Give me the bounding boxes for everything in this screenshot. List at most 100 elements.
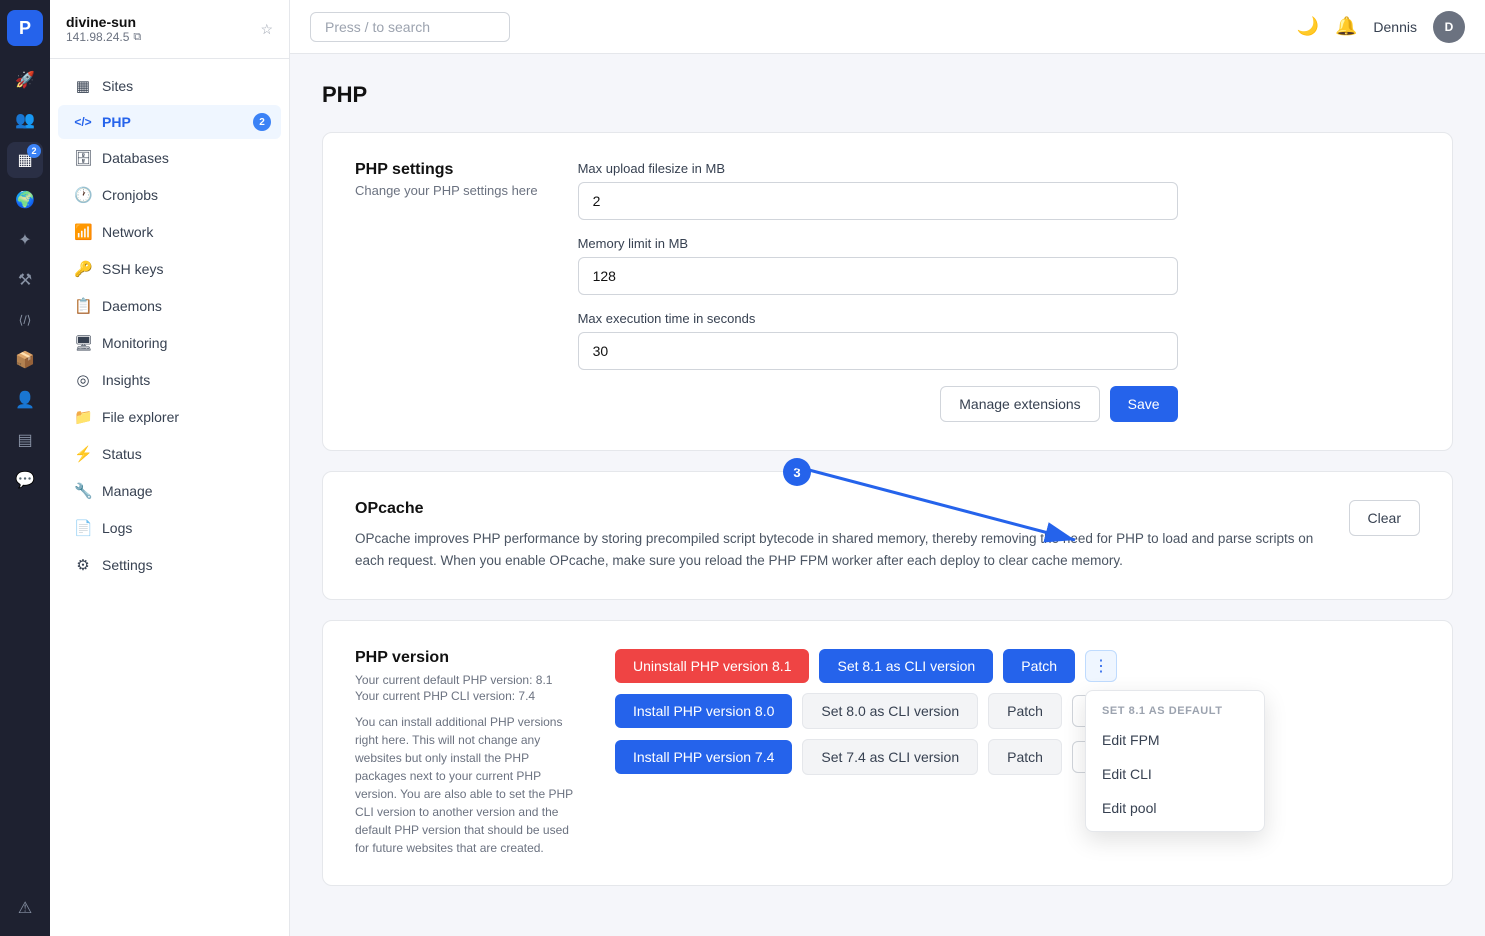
patch-74-button[interactable]: Patch xyxy=(988,739,1062,775)
php-badge: 2 xyxy=(253,113,271,131)
php-current-cli: Your current PHP CLI version: 7.4 xyxy=(355,689,575,703)
opcache-title: OPcache xyxy=(355,500,1325,518)
sidebar-item-label-manage: Manage xyxy=(102,483,153,499)
dropdown-label: Set 8.1 as default xyxy=(1086,697,1264,723)
settings-icon: ⚙ xyxy=(74,556,92,574)
rail-server[interactable]: ▦ 2 xyxy=(7,142,43,178)
max-upload-group: Max upload filesize in MB xyxy=(578,161,1178,220)
sidebar-nav: ▦ Sites </> PHP 2 🗄 Databases 🕐 Cronjobs… xyxy=(50,59,289,592)
sidebar-item-label-insights: Insights xyxy=(102,372,150,388)
sidebar-item-network[interactable]: 📶 Network xyxy=(58,214,281,250)
rail-puzzle[interactable]: ✦ xyxy=(7,222,43,258)
network-icon: 📶 xyxy=(74,223,92,241)
rail-rocket[interactable]: 🚀 xyxy=(7,62,43,98)
sidebar-item-insights[interactable]: ◎ Insights xyxy=(58,362,281,398)
sidebar-item-label-cronjobs: Cronjobs xyxy=(102,187,158,203)
insights-icon: ◎ xyxy=(74,371,92,389)
rail-warning[interactable]: ⚠ xyxy=(7,890,43,926)
sidebar-item-label-databases: Databases xyxy=(102,150,169,166)
manage-icon: 🔧 xyxy=(74,482,92,500)
logs-icon: 📄 xyxy=(74,519,92,537)
set-cli-80-button[interactable]: Set 8.0 as CLI version xyxy=(802,693,978,729)
sidebar-item-sites[interactable]: ▦ Sites xyxy=(58,68,281,104)
sidebar-item-label-logs: Logs xyxy=(102,520,132,536)
databases-icon: 🗄 xyxy=(74,149,92,167)
opcache-description: OPcache improves PHP performance by stor… xyxy=(355,528,1325,571)
monitoring-icon: 🖥 xyxy=(74,334,92,352)
topbar-right: 🌙 🔔 Dennis D xyxy=(1297,11,1465,43)
max-upload-input[interactable] xyxy=(578,182,1178,220)
sidebar-item-logs[interactable]: 📄 Logs xyxy=(58,510,281,546)
set-cli-81-button[interactable]: Set 8.1 as CLI version xyxy=(819,649,993,683)
rail-person[interactable]: 👤 xyxy=(7,382,43,418)
php-settings-card: PHP settings Change your PHP settings he… xyxy=(322,132,1453,451)
rail-code[interactable]: ⟨/⟩ xyxy=(7,302,43,338)
sidebar-item-ssh-keys[interactable]: 🔑 SSH keys xyxy=(58,251,281,287)
rail-billing[interactable]: ▤ xyxy=(7,422,43,458)
rail-logo[interactable]: P xyxy=(7,10,43,46)
php-version-left: PHP version Your current default PHP ver… xyxy=(355,649,575,857)
icon-rail: P 🚀 👥 ▦ 2 🌍 ✦ ⚒ ⟨/⟩ 📦 👤 ▤ 💬 ⚠ xyxy=(0,0,50,936)
max-execution-label: Max execution time in seconds xyxy=(578,311,1178,326)
rail-package[interactable]: 📦 xyxy=(7,342,43,378)
sidebar-item-php[interactable]: </> PHP 2 xyxy=(58,105,281,139)
rail-server-badge: 2 xyxy=(27,144,41,158)
manage-extensions-button[interactable]: Manage extensions xyxy=(940,386,1099,422)
php-current-default: Your current default PHP version: 8.1 xyxy=(355,673,575,687)
sidebar-item-settings[interactable]: ⚙ Settings xyxy=(58,547,281,583)
opcache-left: OPcache OPcache improves PHP performance… xyxy=(355,500,1325,571)
more-81-button[interactable]: ⋮ xyxy=(1085,650,1117,682)
php-settings-footer: Manage extensions Save xyxy=(578,386,1178,422)
sites-icon: ▦ xyxy=(74,77,92,95)
opcache-clear-button[interactable]: Clear xyxy=(1349,500,1420,536)
sidebar-item-label-network: Network xyxy=(102,224,153,240)
notifications-icon[interactable]: 🔔 xyxy=(1335,16,1357,37)
sidebar-item-monitoring[interactable]: 🖥 Monitoring xyxy=(58,325,281,361)
search-box[interactable]: Press / to search xyxy=(310,12,510,42)
copy-icon[interactable]: ⧉ xyxy=(133,31,141,44)
dark-mode-icon[interactable]: 🌙 xyxy=(1297,16,1319,37)
sidebar-item-label-file-explorer: File explorer xyxy=(102,409,179,425)
rail-tools[interactable]: ⚒ xyxy=(7,262,43,298)
install-80-button[interactable]: Install PHP version 8.0 xyxy=(615,694,792,728)
rail-chat[interactable]: 💬 xyxy=(7,462,43,498)
sidebar-item-daemons[interactable]: 📋 Daemons xyxy=(58,288,281,324)
sidebar-item-status[interactable]: ⚡ Status xyxy=(58,436,281,472)
username-label: Dennis xyxy=(1373,19,1417,35)
rail-users[interactable]: 👥 xyxy=(7,102,43,138)
memory-limit-group: Memory limit in MB xyxy=(578,236,1178,295)
uninstall-81-button[interactable]: Uninstall PHP version 8.1 xyxy=(615,649,809,683)
dropdown-item-edit-fpm[interactable]: Edit FPM xyxy=(1086,723,1264,757)
max-execution-input[interactable] xyxy=(578,332,1178,370)
content-area: PHP PHP settings Change your PHP setting… xyxy=(290,54,1485,936)
rail-globe[interactable]: 🌍 xyxy=(7,182,43,218)
dropdown-menu: Set 8.1 as default Edit FPM Edit CLI Edi… xyxy=(1085,690,1265,832)
topbar: Press / to search 🌙 🔔 Dennis D xyxy=(290,0,1485,54)
set-cli-74-button[interactable]: Set 7.4 as CLI version xyxy=(802,739,978,775)
cronjobs-icon: 🕐 xyxy=(74,186,92,204)
php-version-card: PHP version Your current default PHP ver… xyxy=(322,620,1453,886)
user-avatar[interactable]: D xyxy=(1433,11,1465,43)
install-74-button[interactable]: Install PHP version 7.4 xyxy=(615,740,792,774)
main-area: Press / to search 🌙 🔔 Dennis D PHP PHP s… xyxy=(290,0,1485,936)
sidebar-item-manage[interactable]: 🔧 Manage xyxy=(58,473,281,509)
file-explorer-icon: 📁 xyxy=(74,408,92,426)
dropdown-item-edit-cli[interactable]: Edit CLI xyxy=(1086,757,1264,791)
opcache-layout: OPcache OPcache improves PHP performance… xyxy=(355,500,1420,571)
memory-limit-input[interactable] xyxy=(578,257,1178,295)
sidebar-item-file-explorer[interactable]: 📁 File explorer xyxy=(58,399,281,435)
patch-81-button[interactable]: Patch xyxy=(1003,649,1075,683)
sidebar-header: divine-sun 141.98.24.5 ⧉ ☆ xyxy=(50,0,289,59)
php-icon: </> xyxy=(74,115,92,129)
dropdown-item-edit-pool[interactable]: Edit pool xyxy=(1086,791,1264,825)
sidebar-item-label-php: PHP xyxy=(102,114,131,130)
star-icon[interactable]: ☆ xyxy=(260,21,273,38)
opcache-right: Clear xyxy=(1349,500,1420,536)
sidebar-item-databases[interactable]: 🗄 Databases xyxy=(58,140,281,176)
patch-80-button[interactable]: Patch xyxy=(988,693,1062,729)
save-button[interactable]: Save xyxy=(1110,386,1178,422)
sidebar-item-cronjobs[interactable]: 🕐 Cronjobs xyxy=(58,177,281,213)
page-title: PHP xyxy=(322,82,1453,108)
sidebar-server-info: divine-sun 141.98.24.5 ⧉ xyxy=(66,14,141,44)
ssh-icon: 🔑 xyxy=(74,260,92,278)
